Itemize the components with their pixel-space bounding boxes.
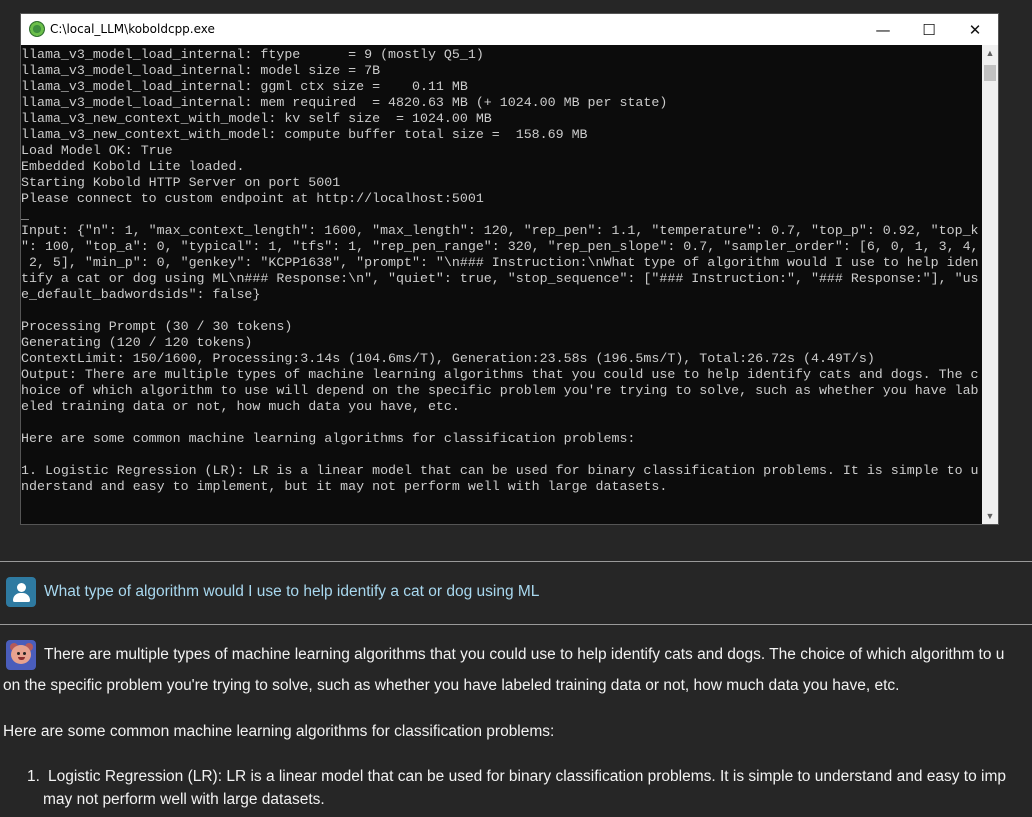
close-button[interactable]: ✕ — [952, 14, 998, 45]
bot-message-line: Logistic Regression (LR): LR is a linear… — [48, 768, 1007, 785]
console-output[interactable]: llama_v3_model_load_internal: ftype = 9 … — [21, 45, 982, 524]
scroll-down-icon[interactable]: ▼ — [982, 508, 998, 524]
bot-message-line: There are multiple types of machine lear… — [44, 646, 1005, 663]
maximize-button[interactable]: ☐ — [906, 14, 952, 45]
title-bar[interactable]: C:\local_LLM\koboldcpp.exe — ☐ ✕ — [21, 14, 998, 45]
scrollbar-thumb[interactable] — [984, 65, 996, 81]
user-message: What type of algorithm would I use to he… — [44, 583, 540, 600]
scroll-up-icon[interactable]: ▲ — [982, 45, 998, 61]
user-avatar-icon — [6, 577, 36, 607]
console-text: llama_v3_model_load_internal: ftype = 9 … — [21, 47, 979, 494]
chat-divider-middle — [0, 624, 1032, 625]
list-number: 1. — [27, 768, 40, 785]
kobold-avatar-icon — [6, 640, 36, 670]
chat-divider-top — [0, 561, 1032, 562]
bot-message-line: may not perform well with large datasets… — [43, 791, 325, 808]
bot-message-line: Here are some common machine learning al… — [3, 723, 555, 740]
bot-message-line: on the specific problem you're trying to… — [3, 677, 900, 694]
window-title: C:\local_LLM\koboldcpp.exe — [50, 22, 215, 36]
minimize-button[interactable]: — — [860, 14, 906, 45]
console-scrollbar[interactable]: ▲ ▼ — [982, 45, 998, 524]
koboldcpp-icon — [29, 21, 45, 37]
console-window: C:\local_LLM\koboldcpp.exe — ☐ ✕ llama_v… — [21, 14, 998, 524]
